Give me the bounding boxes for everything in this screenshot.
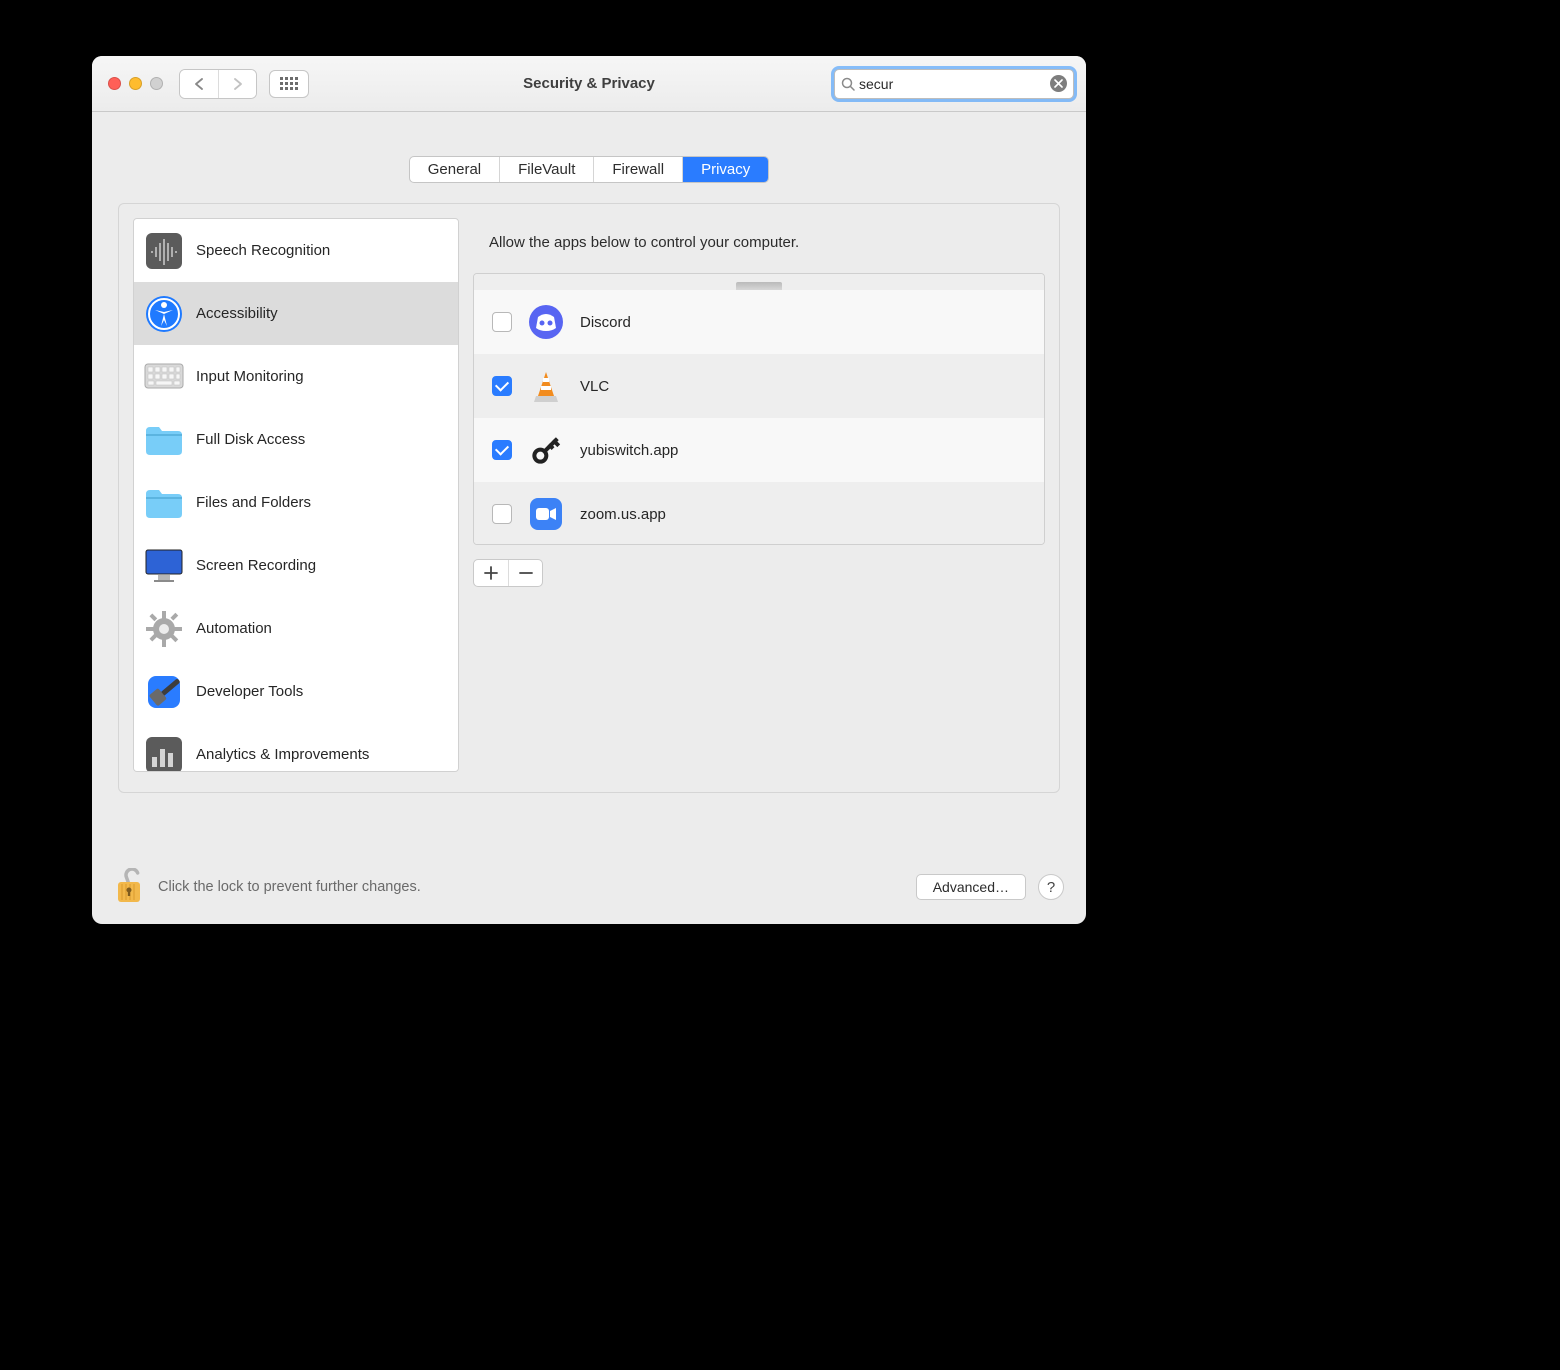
- app-name: zoom.us.app: [580, 506, 666, 523]
- folder-icon: [144, 420, 184, 460]
- discord-icon: [528, 304, 564, 340]
- lock-hint-text: Click the lock to prevent further change…: [158, 879, 421, 895]
- sidebar-item-speech-recognition[interactable]: Speech Recognition: [134, 219, 458, 282]
- sidebar-item-label: Developer Tools: [196, 683, 303, 700]
- preferences-window: Security & Privacy General FileVault Fir…: [92, 56, 1086, 924]
- search-input[interactable]: [855, 76, 1050, 92]
- chevron-right-icon: [233, 78, 243, 90]
- tab-firewall[interactable]: Firewall: [594, 157, 683, 182]
- close-button[interactable]: [108, 77, 121, 90]
- sidebar-item-label: Speech Recognition: [196, 242, 330, 259]
- tab-filevault[interactable]: FileVault: [500, 157, 594, 182]
- sidebar-item-analytics[interactable]: Analytics & Improvements: [134, 723, 458, 772]
- app-row-partial: [474, 274, 1044, 290]
- minus-icon: [519, 566, 533, 580]
- app-row[interactable]: zoom.us.app: [474, 482, 1044, 545]
- sidebar-item-input-monitoring[interactable]: Input Monitoring: [134, 345, 458, 408]
- footer: Click the lock to prevent further change…: [92, 868, 1086, 906]
- vlc-icon: [528, 368, 564, 404]
- content-area: General FileVault Firewall Privacy Speec…: [92, 112, 1086, 793]
- keyboard-icon: [144, 357, 184, 397]
- chevron-left-icon: [194, 78, 204, 90]
- add-app-button[interactable]: [474, 560, 508, 586]
- tab-privacy[interactable]: Privacy: [683, 157, 768, 182]
- sidebar-item-developer-tools[interactable]: Developer Tools: [134, 660, 458, 723]
- titlebar: Security & Privacy: [92, 56, 1086, 112]
- zoom-button[interactable]: [150, 77, 163, 90]
- add-remove-buttons: [473, 559, 543, 587]
- search-icon: [841, 77, 855, 91]
- app-name: Discord: [580, 314, 631, 331]
- x-icon: [1054, 79, 1063, 88]
- privacy-detail: Allow the apps below to control your com…: [473, 218, 1045, 772]
- tab-bar: General FileVault Firewall Privacy: [409, 156, 770, 183]
- search-field[interactable]: [834, 69, 1074, 99]
- window-controls: [108, 77, 163, 90]
- remove-app-button[interactable]: [508, 560, 542, 586]
- plus-icon: [484, 566, 498, 580]
- nav-buttons: [179, 69, 257, 99]
- minimize-button[interactable]: [129, 77, 142, 90]
- sidebar-item-files-and-folders[interactable]: Files and Folders: [134, 471, 458, 534]
- grid-icon: [280, 77, 298, 91]
- app-checkbox[interactable]: [492, 312, 512, 332]
- sidebar-item-label: Screen Recording: [196, 557, 316, 574]
- app-checkbox[interactable]: [492, 376, 512, 396]
- sidebar-item-label: Files and Folders: [196, 494, 311, 511]
- sidebar-item-label: Accessibility: [196, 305, 278, 322]
- advanced-button[interactable]: Advanced…: [916, 874, 1026, 900]
- lock-icon[interactable]: [114, 868, 144, 906]
- sidebar-item-label: Automation: [196, 620, 272, 637]
- zoom-icon: [528, 496, 564, 532]
- analytics-icon: [144, 735, 184, 773]
- speech-icon: [144, 231, 184, 271]
- app-checkbox[interactable]: [492, 440, 512, 460]
- help-button[interactable]: ?: [1038, 874, 1064, 900]
- key-icon: [528, 432, 564, 468]
- accessibility-icon: [144, 294, 184, 334]
- privacy-category-list[interactable]: Speech Recognition Accessibility Input M…: [133, 218, 459, 772]
- sidebar-item-label: Analytics & Improvements: [196, 746, 369, 763]
- hammer-icon: [144, 672, 184, 712]
- sidebar-item-screen-recording[interactable]: Screen Recording: [134, 534, 458, 597]
- forward-button[interactable]: [218, 70, 256, 98]
- sidebar-item-label: Input Monitoring: [196, 368, 304, 385]
- app-row[interactable]: Discord: [474, 290, 1044, 354]
- privacy-description: Allow the apps below to control your com…: [473, 218, 1045, 273]
- sidebar-item-full-disk-access[interactable]: Full Disk Access: [134, 408, 458, 471]
- tab-general[interactable]: General: [410, 157, 500, 182]
- back-button[interactable]: [180, 70, 218, 98]
- sidebar-item-automation[interactable]: Automation: [134, 597, 458, 660]
- folder-icon: [144, 483, 184, 523]
- search-clear-button[interactable]: [1050, 75, 1067, 92]
- privacy-panel: Speech Recognition Accessibility Input M…: [118, 203, 1060, 793]
- gear-icon: [144, 609, 184, 649]
- app-checkbox[interactable]: [492, 504, 512, 524]
- app-row[interactable]: VLC: [474, 354, 1044, 418]
- app-row[interactable]: yubiswitch.app: [474, 418, 1044, 482]
- show-all-button[interactable]: [269, 70, 309, 98]
- sidebar-item-label: Full Disk Access: [196, 431, 305, 448]
- app-name: yubiswitch.app: [580, 442, 678, 459]
- monitor-icon: [144, 546, 184, 586]
- app-list[interactable]: Discord VLC yubiswitch.a: [473, 273, 1045, 545]
- app-name: VLC: [580, 378, 609, 395]
- sidebar-item-accessibility[interactable]: Accessibility: [134, 282, 458, 345]
